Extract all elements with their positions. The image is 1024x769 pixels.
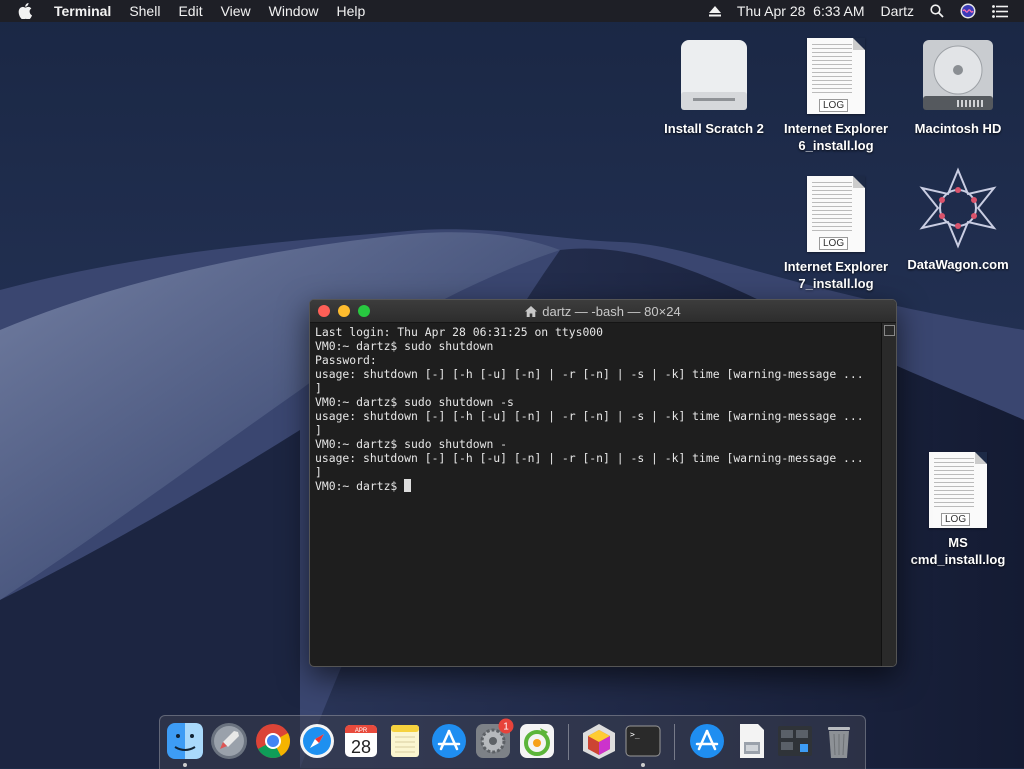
desktop-icon-ie6-log[interactable]: LOG Internet Explorer 6_install.log <box>776 30 896 154</box>
terminal-titlebar[interactable]: dartz — -bash — 80×24 <box>310 300 896 323</box>
dock: APR 28 1 >_ <box>159 715 866 769</box>
siri-icon[interactable] <box>960 3 976 19</box>
notes-icon[interactable] <box>386 722 424 760</box>
terminal-line: VM0:~ dartz$ sudo shutdown - <box>315 437 508 451</box>
desktop-icon-label: MS cmd_install.log <box>910 535 1006 567</box>
terminal-line: Last login: Thu Apr 28 06:31:25 on ttys0… <box>315 325 604 339</box>
desktop-icon-ms-cmd-log[interactable]: LOG MS cmd_install.log <box>898 444 1018 568</box>
finder-icon[interactable] <box>166 722 204 760</box>
menu-terminal[interactable]: Terminal <box>54 3 111 19</box>
terminal-line: ] <box>315 465 322 479</box>
running-indicator <box>641 763 645 767</box>
menubar-clock[interactable]: Thu Apr 28 6:33 AM <box>737 3 865 19</box>
safari-icon[interactable] <box>298 722 336 760</box>
dock-separator <box>568 724 569 760</box>
terminal-line: VM0:~ dartz$ sudo shutdown <box>315 339 494 353</box>
terminal-cursor <box>404 479 412 492</box>
terminal-line: Password: <box>315 353 377 367</box>
terminal-line: usage: shutdown [-] [-h [-u] [-n] | -r [… <box>315 367 864 381</box>
dock-separator <box>674 724 675 760</box>
launchpad-icon[interactable] <box>210 722 248 760</box>
log-tag: LOG <box>941 513 971 526</box>
chrome-icon[interactable] <box>254 722 292 760</box>
trash-icon[interactable] <box>820 722 858 760</box>
terminal-line: usage: shutdown [-] [-h [-u] [-n] | -r [… <box>315 451 864 465</box>
calendar-day: 28 <box>351 737 371 757</box>
menu-window[interactable]: Window <box>269 3 319 19</box>
system-preferences-icon[interactable]: 1 <box>474 718 514 760</box>
external-drive-icon <box>654 30 774 114</box>
desktop-icon-label: DataWagon.com <box>907 257 1009 272</box>
menu-bar: Terminal Shell Edit View Window Help Thu… <box>0 0 1024 22</box>
running-indicator <box>183 763 187 767</box>
notification-center-icon[interactable] <box>992 4 1008 18</box>
scratch-icon[interactable] <box>518 722 556 760</box>
menu-shell[interactable]: Shell <box>129 3 160 19</box>
calendar-month: APR <box>355 728 368 734</box>
terminal-line: VM0:~ dartz$ sudo shutdown -s <box>315 395 514 409</box>
menu-help[interactable]: Help <box>336 3 365 19</box>
terminal-prompt-line[interactable]: VM0:~ dartz$ <box>315 479 877 493</box>
installer-icon[interactable] <box>732 722 770 760</box>
desktop-icon-label: Install Scratch 2 <box>664 121 764 136</box>
terminal-icon[interactable]: >_ <box>624 722 662 760</box>
terminal-title: dartz — -bash — 80×24 <box>542 304 681 319</box>
terminal-line: ] <box>315 423 322 437</box>
log-file-icon: LOG <box>807 176 865 252</box>
terminal-line: usage: shutdown [-] [-h [-u] [-n] | -r [… <box>315 409 864 423</box>
log-file-icon: LOG <box>807 38 865 114</box>
calendar-icon[interactable]: APR 28 <box>342 722 380 760</box>
desktop-icon-macintosh-hd[interactable]: Macintosh HD <box>898 30 1018 137</box>
menu-edit[interactable]: Edit <box>178 3 202 19</box>
hard-drive-icon <box>898 30 1018 114</box>
screenshot-folder-icon[interactable] <box>776 722 814 760</box>
log-file-icon: LOG <box>929 452 987 528</box>
terminal-output[interactable]: Last login: Thu Apr 28 06:31:25 on ttys0… <box>310 323 882 666</box>
scrollbar-button[interactable] <box>884 325 895 336</box>
terminal-prompt: VM0:~ dartz$ <box>315 479 405 493</box>
log-tag: LOG <box>819 99 849 112</box>
terminal-scrollbar[interactable] <box>881 323 896 666</box>
notification-badge: 1 <box>498 718 514 734</box>
eject-icon[interactable] <box>708 5 721 17</box>
desktop-icon-install-scratch[interactable]: Install Scratch 2 <box>654 30 774 137</box>
menubar-user[interactable]: Dartz <box>881 3 914 19</box>
desktop-icon-datawagon[interactable]: DataWagon.com <box>898 166 1018 273</box>
desktop-icon-label: Internet Explorer 6_install.log <box>783 121 889 153</box>
app-store-icon[interactable] <box>430 722 468 760</box>
desktop-icon-label: Internet Explorer 7_install.log <box>783 259 889 291</box>
desktop-icon-ie7-log[interactable]: LOG Internet Explorer 7_install.log <box>776 168 896 292</box>
svg-text:1: 1 <box>503 722 509 733</box>
terminal-window[interactable]: dartz — -bash — 80×24 Last login: Thu Ap… <box>309 299 897 667</box>
home-folder-icon <box>525 305 538 320</box>
terminal-icon-prompt: >_ <box>630 730 640 739</box>
menu-view[interactable]: View <box>221 3 251 19</box>
log-tag: LOG <box>819 237 849 250</box>
apple-menu-icon[interactable] <box>18 3 36 19</box>
spotlight-search-icon[interactable] <box>930 4 944 18</box>
datawagon-icon <box>898 166 1018 250</box>
terminal-line: ] <box>315 381 322 395</box>
app-store-downloads-icon[interactable] <box>688 722 726 760</box>
colorsync-icon[interactable] <box>580 722 618 760</box>
desktop-icon-label: Macintosh HD <box>914 121 1002 136</box>
